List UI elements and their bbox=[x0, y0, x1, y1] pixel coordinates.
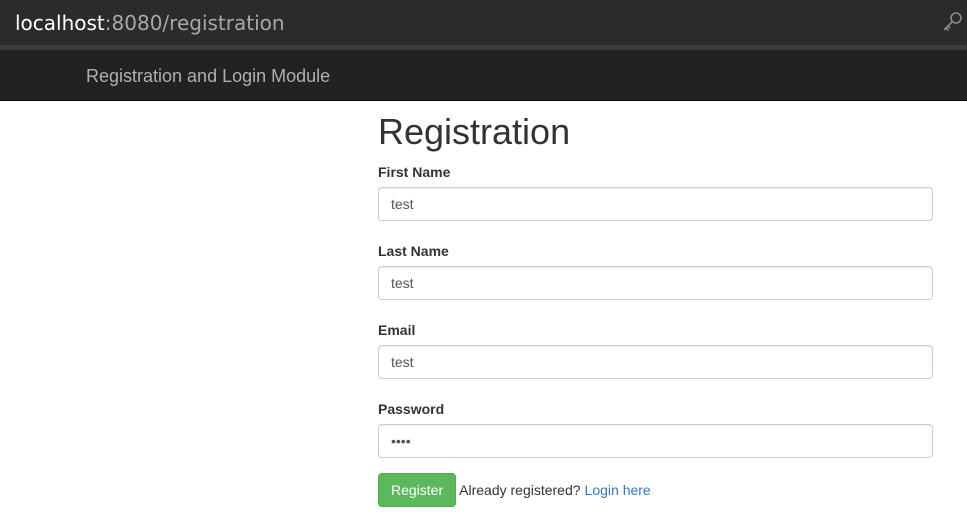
login-link[interactable]: Login here bbox=[585, 482, 651, 498]
url-path: :8080/registration bbox=[104, 10, 285, 35]
last-name-input[interactable] bbox=[378, 266, 933, 300]
email-label: Email bbox=[378, 322, 416, 338]
key-icon[interactable] bbox=[941, 11, 963, 33]
already-registered-text: Already registered? bbox=[459, 482, 581, 498]
registration-form: Registration First Name Last Name Email … bbox=[378, 101, 933, 507]
password-label: Password bbox=[378, 401, 445, 417]
last-name-label: Last Name bbox=[378, 243, 449, 259]
navbar-brand[interactable]: Registration and Login Module bbox=[86, 65, 330, 87]
password-group: Password bbox=[378, 399, 933, 458]
email-input[interactable] bbox=[378, 345, 933, 379]
password-input[interactable] bbox=[378, 424, 933, 458]
first-name-label: First Name bbox=[378, 164, 451, 180]
url-host: localhost bbox=[15, 10, 105, 35]
navbar: Registration and Login Module bbox=[0, 50, 967, 101]
last-name-group: Last Name bbox=[378, 241, 933, 300]
first-name-group: First Name bbox=[378, 162, 933, 221]
register-button[interactable]: Register bbox=[378, 473, 457, 507]
page-title: Registration bbox=[378, 111, 571, 152]
first-name-input[interactable] bbox=[378, 187, 933, 221]
browser-address-bar[interactable]: localhost:8080/registration bbox=[0, 0, 967, 45]
form-actions: Register Already registered? Login here bbox=[378, 473, 933, 507]
email-group: Email bbox=[378, 320, 933, 379]
